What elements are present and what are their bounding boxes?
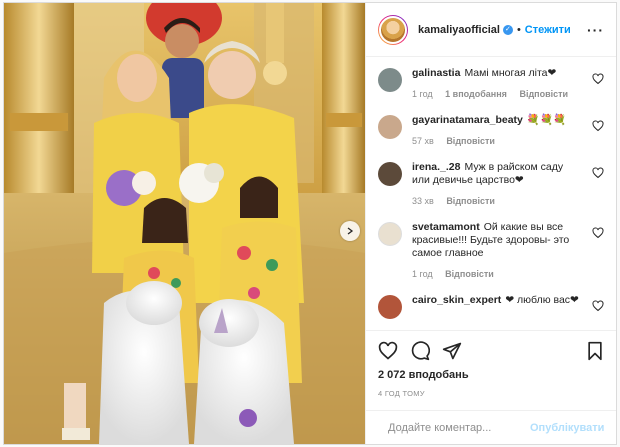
- reply-button[interactable]: Відповісти: [446, 196, 495, 206]
- comment-time[interactable]: 1 год: [412, 269, 433, 279]
- instagram-post: kamaliyaofficial ✓ • Стежити ··· galinas…: [3, 2, 617, 445]
- header-username[interactable]: kamaliyaofficial: [418, 24, 500, 36]
- comment-body: svetamamont Ой какие вы все красивые!!! Б…: [412, 221, 604, 281]
- comment-input[interactable]: [388, 421, 530, 434]
- comment-item: cairo_skin_expert ❤ люблю вас❤: [378, 294, 604, 319]
- post-header: kamaliyaofficial ✓ • Стежити ···: [366, 3, 616, 57]
- comment-username[interactable]: cairo_skin_expert: [412, 294, 501, 306]
- commenter-avatar[interactable]: [378, 295, 402, 319]
- comment-text: 💐💐💐: [526, 114, 567, 126]
- verified-icon: ✓: [502, 24, 513, 35]
- comment-item: gayarinatamara_beaty 💐💐💐 57 хв Відповісти: [378, 114, 604, 148]
- comment-body: cairo_skin_expert ❤ люблю вас❤: [412, 294, 604, 319]
- commenter-avatar[interactable]: [378, 162, 402, 186]
- comment-item: irena._.28 Муж в райском саду или девичье…: [378, 161, 604, 208]
- comment-heart-icon[interactable]: [592, 120, 604, 132]
- comment-item: svetamamont Ой какие вы все красивые!!! Б…: [378, 221, 604, 281]
- commenter-avatar[interactable]: [378, 222, 402, 246]
- comment-username[interactable]: svetamamont: [412, 221, 480, 233]
- comment-meta: 1 год Відповісти: [412, 268, 582, 281]
- comment-body: irena._.28 Муж в райском саду или девичье…: [412, 161, 604, 208]
- reply-button[interactable]: Відповісти: [519, 89, 568, 99]
- comment-heart-icon[interactable]: [592, 227, 604, 239]
- comment-time[interactable]: 57 хв: [412, 136, 434, 146]
- more-icon[interactable]: ···: [587, 22, 604, 38]
- likes-count[interactable]: 2 072 вподобань: [378, 369, 604, 381]
- add-comment-bar: Опублікувати: [366, 410, 616, 444]
- next-photo-button[interactable]: [340, 221, 360, 241]
- next-arrow-icon: [347, 227, 354, 235]
- comment-meta: 1 год 1 вподобання Відповісти: [412, 88, 582, 101]
- comment-likes[interactable]: 1 вподобання: [445, 89, 507, 99]
- comment-text: Мамі многая літа❤: [464, 67, 557, 79]
- comment-username[interactable]: galinastia: [412, 67, 460, 79]
- post-photo[interactable]: [4, 3, 365, 444]
- publish-button[interactable]: Опублікувати: [530, 422, 604, 434]
- action-icons: [378, 337, 604, 365]
- comment-time[interactable]: 33 хв: [412, 196, 434, 206]
- comment-time[interactable]: 1 год: [412, 89, 433, 99]
- comments-list[interactable]: galinastia Мамі многая літа❤ 1 год 1 впод…: [366, 57, 616, 330]
- comment-item: galinastia Мамі многая літа❤ 1 год 1 впод…: [378, 67, 604, 101]
- reply-button[interactable]: Відповісти: [445, 269, 494, 279]
- profile-avatar-ring[interactable]: [378, 14, 408, 45]
- comment-body: gayarinatamara_beaty 💐💐💐 57 хв Відповісти: [412, 114, 604, 148]
- heart-icon[interactable]: [378, 341, 398, 361]
- header-separator: •: [516, 23, 521, 36]
- post-actions: 2 072 вподобань 4 ГОД ТОМУ: [366, 330, 616, 398]
- commenter-avatar[interactable]: [378, 68, 402, 92]
- comment-meta: 57 хв Відповісти: [412, 135, 582, 148]
- comment-username[interactable]: irena._.28: [412, 161, 460, 173]
- comment-heart-icon[interactable]: [592, 167, 604, 179]
- comment-heart-icon[interactable]: [592, 300, 604, 312]
- comment-meta: 33 хв Відповісти: [412, 195, 582, 208]
- comment-icon[interactable]: [410, 341, 430, 361]
- comment-text: ❤ люблю вас❤: [505, 294, 579, 306]
- bookmark-icon[interactable]: [586, 341, 604, 361]
- comment-heart-icon[interactable]: [592, 73, 604, 85]
- profile-avatar[interactable]: [379, 15, 407, 44]
- comment-username[interactable]: gayarinatamara_beaty: [412, 114, 523, 126]
- post-side-panel: kamaliyaofficial ✓ • Стежити ··· galinas…: [365, 3, 616, 444]
- reply-button[interactable]: Відповісти: [446, 136, 495, 146]
- comment-body: galinastia Мамі многая літа❤ 1 год 1 впод…: [412, 67, 604, 101]
- photo-illustration: [4, 3, 365, 444]
- share-icon[interactable]: [442, 341, 462, 361]
- post-timestamp[interactable]: 4 ГОД ТОМУ: [378, 389, 604, 398]
- commenter-avatar[interactable]: [378, 115, 402, 139]
- follow-button[interactable]: Стежити: [525, 24, 571, 36]
